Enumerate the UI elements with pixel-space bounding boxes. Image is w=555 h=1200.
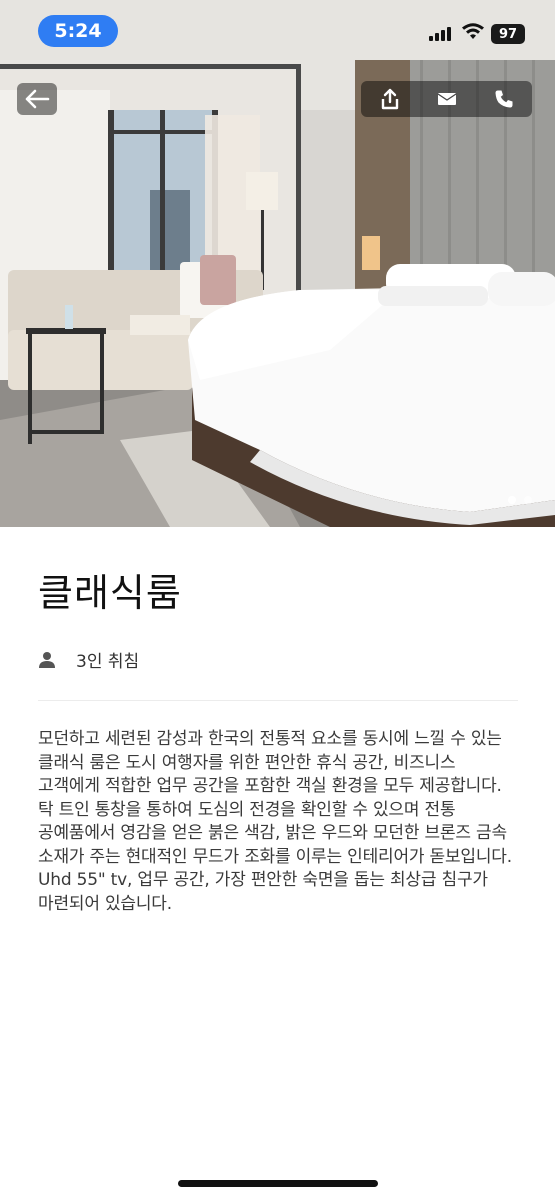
share-icon: [381, 88, 398, 110]
occupancy-text: 3인 취침: [76, 652, 140, 672]
divider: [38, 700, 518, 701]
pager-dot-active[interactable]: [508, 496, 516, 504]
phone-icon: [495, 90, 512, 108]
battery-icon: 97: [491, 24, 525, 44]
status-bar: 5:24 97: [0, 0, 555, 62]
room-description: 모던하고 세련된 감성과 한국의 전통적 요소를 동시에 느낄 수 있는 클래식…: [38, 729, 512, 914]
status-time[interactable]: 5:24: [38, 15, 118, 47]
room-photo: [0, 0, 555, 527]
home-indicator[interactable]: [178, 1180, 378, 1187]
email-button[interactable]: [427, 83, 467, 115]
hero-actions: [361, 81, 532, 117]
wifi-icon: [462, 23, 484, 39]
person-icon: [39, 651, 55, 668]
room-photo-carousel[interactable]: [0, 0, 555, 527]
occupancy-info: 3인 취침: [38, 647, 139, 672]
pager-dot[interactable]: [524, 496, 532, 504]
call-button[interactable]: [484, 83, 524, 115]
carousel-pager[interactable]: [508, 496, 532, 504]
room-title: 클래식룸: [38, 571, 182, 615]
cellular-signal-icon: [429, 26, 453, 41]
mail-icon: [437, 93, 456, 105]
back-button[interactable]: [17, 83, 57, 115]
arrow-left-icon: [25, 89, 50, 109]
share-button[interactable]: [370, 83, 410, 115]
